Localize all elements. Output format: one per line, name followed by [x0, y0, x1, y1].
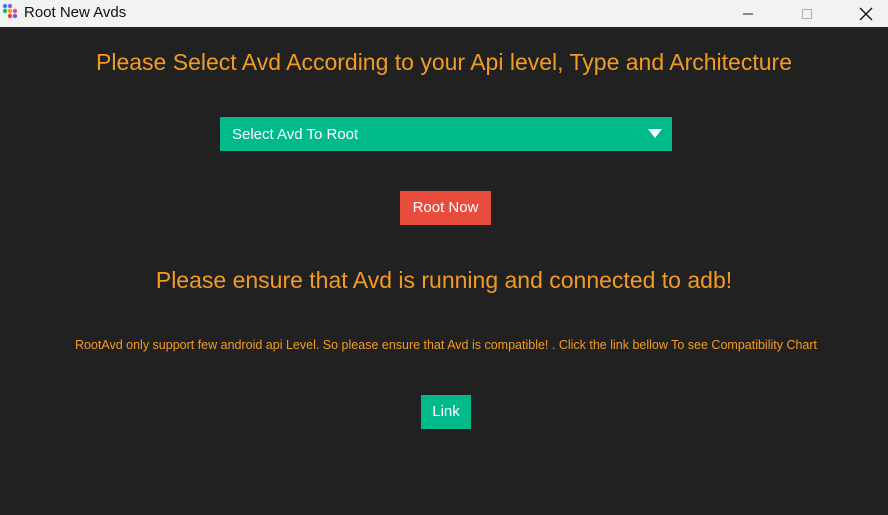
minimize-button[interactable] [720, 0, 776, 27]
adb-connection-notice: Please ensure that Avd is running and co… [155, 267, 733, 293]
main-panel: Please Select Avd According to your Api … [0, 27, 888, 515]
root-now-button[interactable]: Root Now [400, 191, 491, 225]
dropdown-arrow-icon [648, 129, 662, 138]
compatibility-link-button[interactable]: Link [421, 395, 471, 429]
avd-select-value: Select Avd To Root [232, 126, 359, 143]
app-dots-icon [2, 3, 18, 19]
maximize-button[interactable] [779, 0, 835, 27]
avd-select-dropdown[interactable]: Select Avd To Root [220, 117, 672, 151]
title-bar: Root New Avds [0, 0, 888, 27]
close-icon [859, 7, 873, 20]
page-heading: Please Select Avd According to your Api … [96, 49, 792, 75]
close-button[interactable] [838, 0, 888, 27]
maximize-icon [802, 8, 812, 19]
minimize-icon [743, 13, 753, 14]
window-title: Root New Avds [24, 4, 127, 21]
compatibility-info-text: RootAvd only support few android api Lev… [74, 338, 818, 352]
